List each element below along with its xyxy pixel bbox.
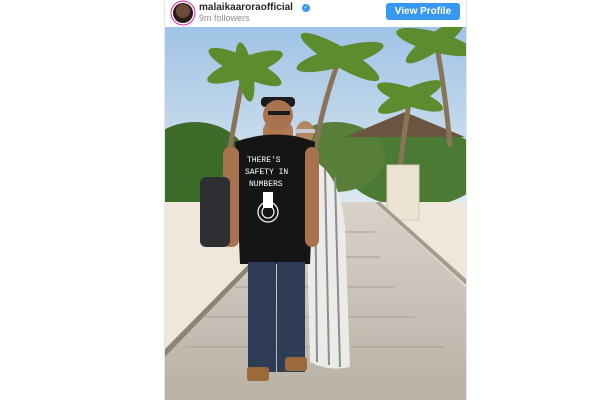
verified-badge-icon: ✓ (302, 4, 310, 12)
tshirt-text: NUMBERS (249, 180, 283, 189)
username-link[interactable]: malaikaaroraofficial (199, 2, 293, 13)
profile-avatar[interactable] (173, 3, 193, 23)
post-photo[interactable]: THERE'S SAFETY IN NUMBERS (165, 27, 466, 400)
beach-photo-illustration: THERE'S SAFETY IN NUMBERS (165, 27, 466, 400)
follower-count: 9m followers (199, 13, 250, 23)
planter-box (386, 164, 420, 221)
post-header: malaikaaroraofficial ✓ 9m followers View… (165, 0, 466, 27)
instagram-embed-card: malaikaaroraofficial ✓ 9m followers View… (164, 0, 467, 400)
tshirt-text: SAFETY IN (245, 168, 288, 177)
tshirt-text: THERE'S (247, 156, 281, 165)
view-profile-button[interactable]: View Profile (386, 3, 460, 20)
